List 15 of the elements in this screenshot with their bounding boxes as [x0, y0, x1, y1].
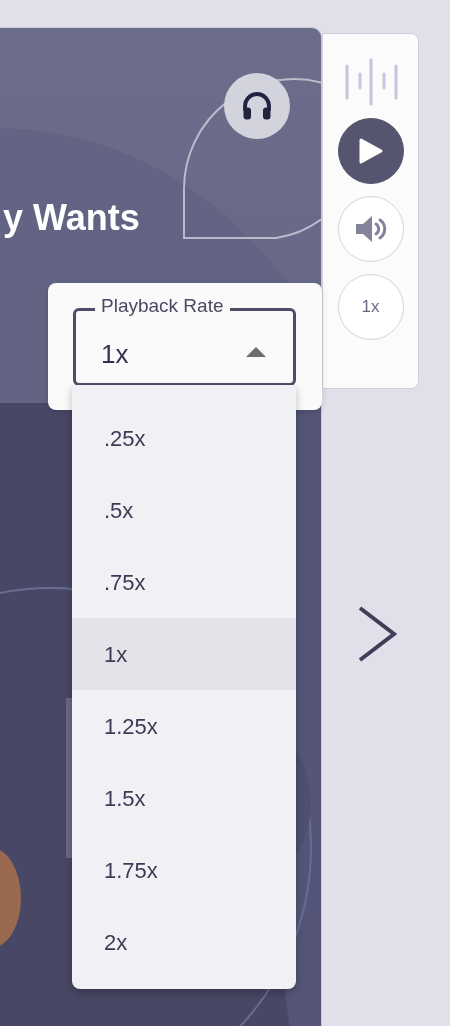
rate-option[interactable]: .25x	[72, 402, 296, 474]
rate-option[interactable]: 1.75x	[72, 834, 296, 906]
rate-option[interactable]: 1.5x	[72, 762, 296, 834]
caret-icon	[245, 346, 267, 358]
rate-option[interactable]: 2x	[72, 906, 296, 978]
speed-button[interactable]: 1x	[337, 274, 404, 340]
speaker-icon	[353, 214, 388, 244]
play-icon	[357, 137, 384, 165]
podcast-title: y Wants	[3, 196, 140, 240]
rate-option[interactable]: 1x	[72, 618, 296, 690]
chevron-right-icon	[356, 604, 400, 664]
rate-option[interactable]: .5x	[72, 474, 296, 546]
rate-option[interactable]: 1.25x	[72, 690, 296, 762]
rate-option[interactable]: .75x	[72, 546, 296, 618]
selected-value: 1x	[101, 337, 129, 371]
